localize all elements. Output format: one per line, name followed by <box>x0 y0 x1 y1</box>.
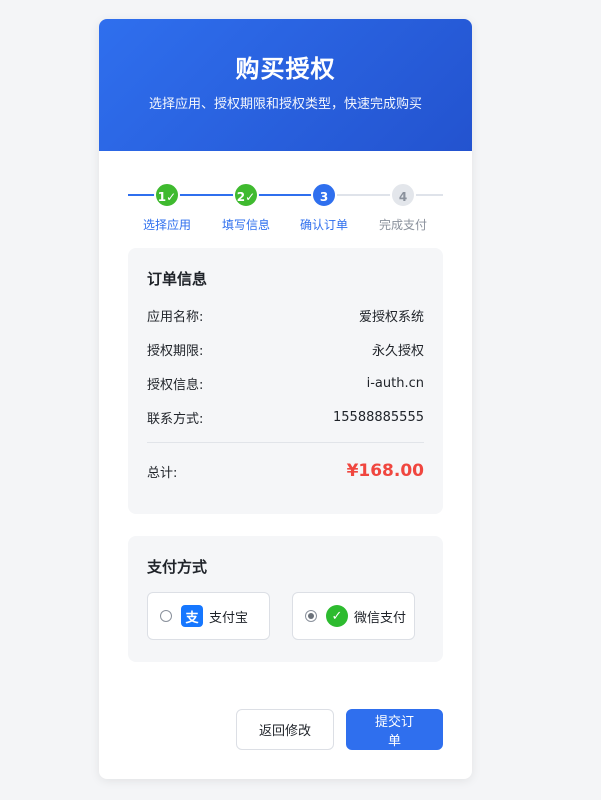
order-row-value: 爱授权系统 <box>358 309 424 325</box>
order-row-app-name: 应用名称: 爱授权系统 <box>147 298 424 332</box>
payment-method-options: 支 支付宝 ✓ 微信支付 <box>147 592 424 640</box>
step-3-dot: 3 <box>311 182 337 208</box>
step-3-label: 确认订单 <box>299 218 348 232</box>
step-4: 4 完成支付 <box>364 182 442 233</box>
order-row-contact: 联系方式: 15588885555 <box>147 400 424 434</box>
payment-option-alipay[interactable]: 支 支付宝 <box>147 592 270 640</box>
step-1-label: 选择应用 <box>142 218 191 232</box>
wechat-radio[interactable] <box>305 610 317 622</box>
order-row-value: 永久授权 <box>371 343 424 359</box>
order-row-key: 联系方式: <box>147 411 204 427</box>
order-info-panel: 订单信息 应用名称: 爱授权系统 授权期限: 永久授权 授权信息: i-auth… <box>128 248 443 514</box>
step-2-label: 填写信息 <box>221 218 270 232</box>
page-header: 购买授权 选择应用、授权期限和授权类型，快速完成购买 <box>99 19 472 151</box>
payment-method-title: 支付方式 <box>147 558 208 576</box>
wechat-label: 微信支付 <box>354 610 407 626</box>
payment-method-panel: 支付方式 支 支付宝 ✓ 微信支付 <box>128 536 443 662</box>
order-divider <box>147 442 424 443</box>
step-4-dot: 4 <box>390 182 416 208</box>
alipay-radio[interactable] <box>160 610 172 622</box>
order-row-key: 授权期限: <box>147 343 204 359</box>
form-actions: 返回修改 提交订单 <box>236 709 443 750</box>
step-2-dot: 2✓ <box>233 182 259 208</box>
order-total-label: 总计: <box>147 465 178 481</box>
alipay-label: 支付宝 <box>209 610 249 626</box>
page-title: 购买授权 <box>235 55 336 83</box>
payment-option-wechat[interactable]: ✓ 微信支付 <box>292 592 415 640</box>
step-2: 2✓ 填写信息 <box>207 182 285 233</box>
order-row-key: 应用名称: <box>147 309 204 325</box>
alipay-icon: 支 <box>181 605 203 627</box>
order-total: 总计: ¥168.00 <box>147 461 424 481</box>
page-subtitle: 选择应用、授权期限和授权类型，快速完成购买 <box>148 97 422 112</box>
purchase-card: 购买授权 选择应用、授权期限和授权类型，快速完成购买 1✓ 选择应用 2✓ 填写… <box>99 19 472 779</box>
order-row-period: 授权期限: 永久授权 <box>147 332 424 366</box>
step-1-dot: 1✓ <box>154 182 180 208</box>
step-indicator: 1✓ 选择应用 2✓ 填写信息 3 确认订单 4 完成支付 <box>128 151 443 237</box>
submit-order-button[interactable]: 提交订单 <box>346 709 443 750</box>
back-edit-button[interactable]: 返回修改 <box>236 709 334 750</box>
step-3: 3 确认订单 <box>285 182 363 233</box>
order-row-license-info: 授权信息: i-auth.cn <box>147 366 424 400</box>
order-row-value: i-auth.cn <box>366 375 424 391</box>
step-4-label: 完成支付 <box>378 218 427 232</box>
order-row-value: 15588885555 <box>333 409 424 425</box>
order-row-key: 授权信息: <box>147 377 204 393</box>
order-info-rows: 应用名称: 爱授权系统 授权期限: 永久授权 授权信息: i-auth.cn 联… <box>147 298 424 434</box>
wechat-icon: ✓ <box>326 605 348 627</box>
step-1: 1✓ 选择应用 <box>128 182 206 233</box>
order-total-price: ¥168.00 <box>346 461 424 481</box>
order-info-title: 订单信息 <box>147 270 208 288</box>
